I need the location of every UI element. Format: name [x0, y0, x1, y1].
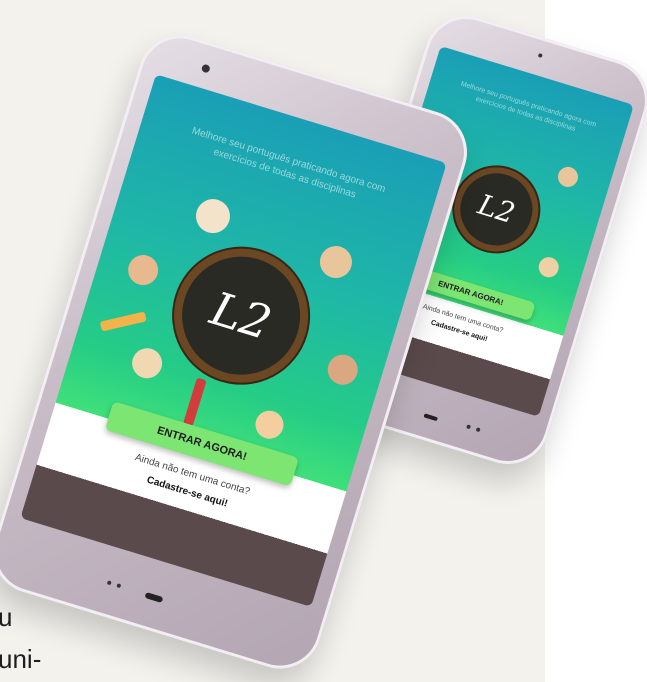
speaker-dot [475, 427, 481, 433]
character-avatar [128, 344, 166, 383]
side-text-line-1: u [0, 602, 13, 632]
character-avatar [252, 406, 288, 442]
speaker-dot [116, 583, 122, 589]
home-button[interactable] [144, 591, 164, 603]
camera-dot [537, 53, 543, 59]
character-avatar [555, 164, 581, 190]
character-avatar [323, 351, 362, 389]
character-avatar [124, 251, 163, 290]
camera-dot [200, 63, 211, 74]
speaker-dot [466, 424, 472, 430]
logo-text: L2 [204, 281, 278, 351]
marker-icon [182, 377, 207, 427]
pencil-icon [99, 311, 147, 332]
speaker-dot [106, 580, 112, 586]
character-avatar [191, 194, 235, 238]
home-button[interactable] [423, 413, 438, 422]
side-text-line-2: uni- [0, 644, 42, 674]
chalkboard-logo: L2 [157, 232, 325, 400]
character-avatar [536, 254, 562, 280]
character-avatar [316, 242, 356, 283]
logo-text: L2 [474, 188, 519, 231]
tagline: Melhore seu português praticando agora c… [459, 80, 597, 133]
